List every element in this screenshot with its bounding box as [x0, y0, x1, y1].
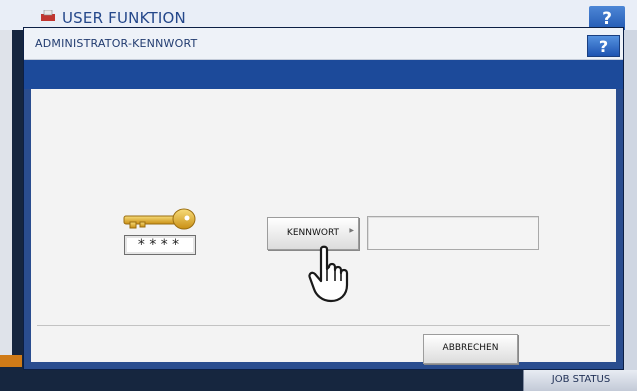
key-illustration: **** — [122, 207, 202, 267]
dialog-body: **** KENNWORT ▶ ABBRECHEN — [31, 89, 616, 364]
dialog-header-band — [24, 60, 623, 89]
password-field[interactable] — [367, 216, 539, 250]
kennwort-button-label: KENNWORT — [286, 228, 340, 238]
help-button[interactable]: ? — [587, 35, 620, 57]
dialog-title-bar: ADMINISTRATOR-KENNWORT ? — [24, 28, 623, 60]
background-title-bar: USER FUNKTION — [0, 0, 637, 30]
job-status-button[interactable]: JOB STATUS — [523, 370, 637, 391]
printer-logo-icon — [41, 10, 55, 21]
password-mask-display: **** — [124, 235, 196, 255]
cancel-button[interactable]: ABBRECHEN — [423, 334, 518, 364]
divider — [37, 325, 610, 326]
key-icon — [123, 208, 196, 230]
background-title: USER FUNKTION — [62, 9, 186, 27]
background-left-edge — [0, 30, 12, 355]
dialog-title: ADMINISTRATOR-KENNWORT — [35, 37, 198, 50]
pointing-hand-icon — [308, 245, 349, 303]
admin-password-dialog: ADMINISTRATOR-KENNWORT ? **** KENNWORT ▶… — [23, 27, 624, 370]
background-right-strip — [624, 30, 637, 372]
submenu-arrow-icon: ▶ — [349, 227, 354, 234]
background-accent — [0, 355, 22, 367]
